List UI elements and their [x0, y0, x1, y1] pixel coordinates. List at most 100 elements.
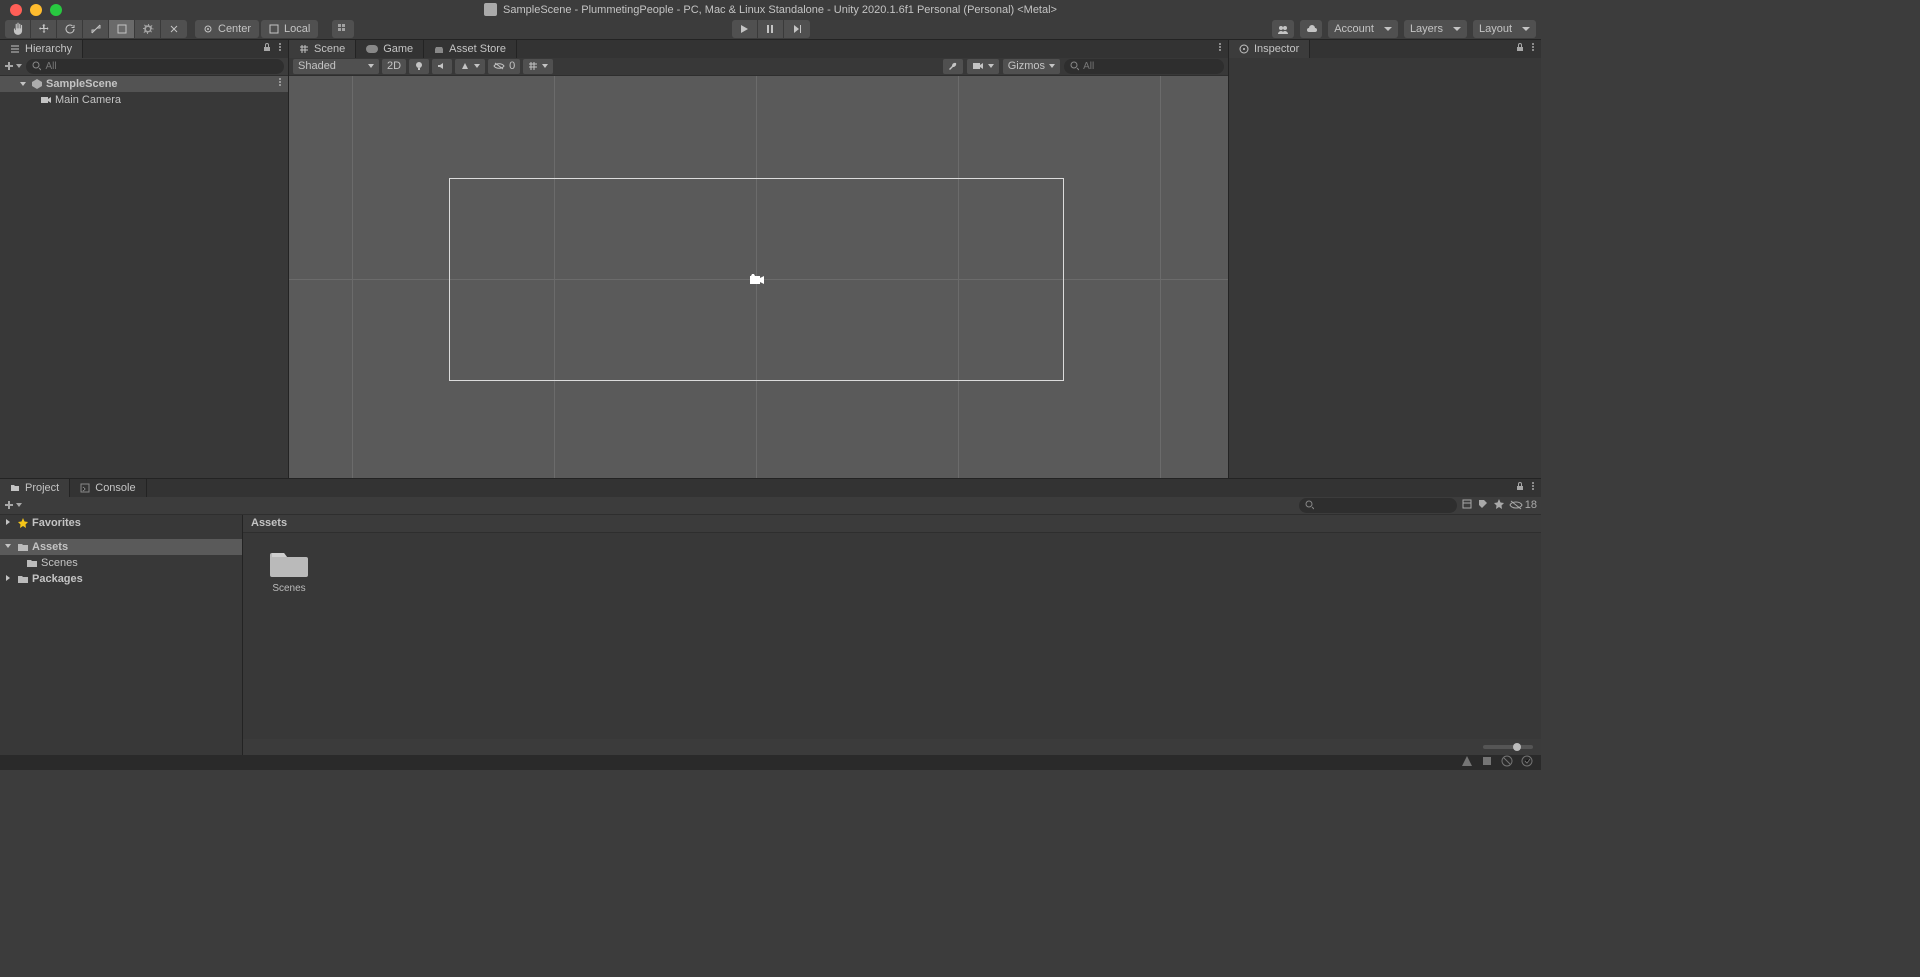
- chevron-down-icon: [1384, 27, 1392, 31]
- window-title: SampleScene - PlummetingPeople - PC, Mac…: [503, 4, 1057, 16]
- main-toolbar: Center Local Account Layers Layout: [0, 19, 1541, 40]
- project-breadcrumb[interactable]: Assets: [243, 515, 1541, 533]
- expand-arrow-icon[interactable]: [4, 573, 14, 585]
- lock-icon[interactable]: [1515, 42, 1525, 55]
- expand-arrow-icon[interactable]: [4, 517, 14, 529]
- account-label: Account: [1334, 23, 1374, 35]
- camera-icon: [40, 94, 52, 106]
- search-icon: [32, 61, 41, 71]
- create-dropdown[interactable]: [4, 500, 22, 510]
- star-icon: [17, 517, 29, 529]
- step-button[interactable]: [784, 20, 810, 38]
- collab-icon: [1277, 23, 1289, 35]
- collab-button[interactable]: [1272, 20, 1294, 38]
- camera-settings-icon: [972, 62, 984, 70]
- status-icon[interactable]: [1481, 755, 1493, 770]
- scene-search[interactable]: [1064, 59, 1224, 74]
- transform-tool[interactable]: [135, 20, 161, 38]
- audio-icon: [437, 61, 447, 71]
- status-icon[interactable]: [1461, 755, 1473, 770]
- custom-tool[interactable]: [161, 20, 187, 38]
- pivot-mode-toggle[interactable]: Center: [195, 20, 259, 38]
- scene-viewport[interactable]: [289, 76, 1228, 478]
- hand-tool[interactable]: [5, 20, 31, 38]
- handle-rotation-label: Local: [284, 23, 310, 35]
- hierarchy-item[interactable]: Main Camera: [0, 92, 288, 108]
- create-dropdown[interactable]: [4, 61, 22, 71]
- account-dropdown[interactable]: Account: [1328, 20, 1398, 38]
- tools-toggle[interactable]: [943, 59, 963, 74]
- lighting-toggle[interactable]: [409, 59, 429, 74]
- tab-console[interactable]: Console: [70, 479, 146, 497]
- favorites-row[interactable]: Favorites: [0, 515, 242, 531]
- expand-arrow-icon[interactable]: [18, 80, 28, 88]
- scene-menu-icon[interactable]: [276, 77, 284, 90]
- project-search-input[interactable]: [1318, 500, 1451, 511]
- scene-tab-strip: Scene Game Asset Store: [289, 40, 1228, 58]
- rect-tool[interactable]: [109, 20, 135, 38]
- chevron-down-icon: [368, 64, 374, 68]
- lock-icon[interactable]: [1515, 481, 1525, 494]
- layers-dropdown[interactable]: Layers: [1404, 20, 1467, 38]
- folder-item[interactable]: Scenes: [257, 547, 321, 725]
- shading-mode-dropdown[interactable]: Shaded: [293, 59, 379, 74]
- fx-dropdown[interactable]: [455, 59, 485, 74]
- tab-console-label: Console: [95, 482, 135, 494]
- panel-menu-icon[interactable]: [1529, 481, 1537, 494]
- panel-menu-icon[interactable]: [1529, 42, 1537, 55]
- project-search[interactable]: [1299, 498, 1457, 513]
- hierarchy-tab[interactable]: Hierarchy: [0, 40, 83, 58]
- filter-by-label-icon[interactable]: [1477, 498, 1489, 513]
- grid-dropdown[interactable]: [523, 59, 553, 74]
- handle-rotation-toggle[interactable]: Local: [261, 20, 318, 38]
- packages-row[interactable]: Packages: [0, 571, 242, 587]
- cloud-button[interactable]: [1300, 20, 1322, 38]
- lock-icon[interactable]: [262, 42, 272, 55]
- project-grid[interactable]: Scenes: [243, 533, 1541, 739]
- center-icon: [203, 24, 213, 34]
- expand-arrow-icon[interactable]: [4, 541, 14, 553]
- assets-row[interactable]: Assets: [0, 539, 242, 555]
- status-icon[interactable]: [1501, 755, 1513, 770]
- tab-game[interactable]: Game: [356, 40, 424, 58]
- grid-snap-icon: [337, 23, 349, 35]
- tab-scene-label: Scene: [314, 43, 345, 55]
- gizmos-dropdown[interactable]: Gizmos: [1003, 59, 1060, 74]
- inspector-body: [1229, 58, 1541, 478]
- local-icon: [269, 24, 279, 34]
- folder-icon: [270, 547, 308, 579]
- scale-tool[interactable]: [83, 20, 109, 38]
- play-controls: [732, 20, 810, 38]
- inspector-tab[interactable]: Inspector: [1229, 40, 1310, 58]
- pause-button[interactable]: [758, 20, 784, 38]
- tab-project[interactable]: Project: [0, 479, 70, 497]
- snap-settings-button[interactable]: [332, 20, 354, 38]
- hidden-packages-toggle[interactable]: 18: [1509, 499, 1537, 511]
- panel-menu-icon[interactable]: [1216, 42, 1224, 55]
- scene-row[interactable]: SampleScene: [0, 76, 288, 92]
- audio-toggle[interactable]: [432, 59, 452, 74]
- 2d-toggle[interactable]: 2D: [382, 59, 406, 74]
- icon-size-slider[interactable]: [1483, 745, 1533, 749]
- save-search-icon[interactable]: [1493, 498, 1505, 513]
- scene-search-input[interactable]: [1083, 61, 1218, 72]
- hierarchy-search[interactable]: [26, 59, 284, 74]
- chevron-down-icon: [988, 64, 994, 68]
- status-bar: [0, 755, 1541, 770]
- folder-row[interactable]: Scenes: [0, 555, 242, 571]
- panel-menu-icon[interactable]: [276, 42, 284, 55]
- hierarchy-tree: SampleScene Main Camera: [0, 76, 288, 478]
- status-icon[interactable]: [1521, 755, 1533, 770]
- hidden-objects[interactable]: 0: [488, 59, 520, 74]
- tab-asset-store[interactable]: Asset Store: [424, 40, 517, 58]
- chevron-down-icon: [1522, 27, 1530, 31]
- rotate-tool[interactable]: [57, 20, 83, 38]
- play-button[interactable]: [732, 20, 758, 38]
- camera-settings[interactable]: [967, 59, 999, 74]
- layout-dropdown[interactable]: Layout: [1473, 20, 1536, 38]
- move-tool[interactable]: [31, 20, 57, 38]
- hierarchy-search-input[interactable]: [45, 61, 278, 72]
- filter-by-type-icon[interactable]: [1461, 498, 1473, 513]
- grid-icon: [528, 61, 538, 71]
- tab-scene[interactable]: Scene: [289, 40, 356, 58]
